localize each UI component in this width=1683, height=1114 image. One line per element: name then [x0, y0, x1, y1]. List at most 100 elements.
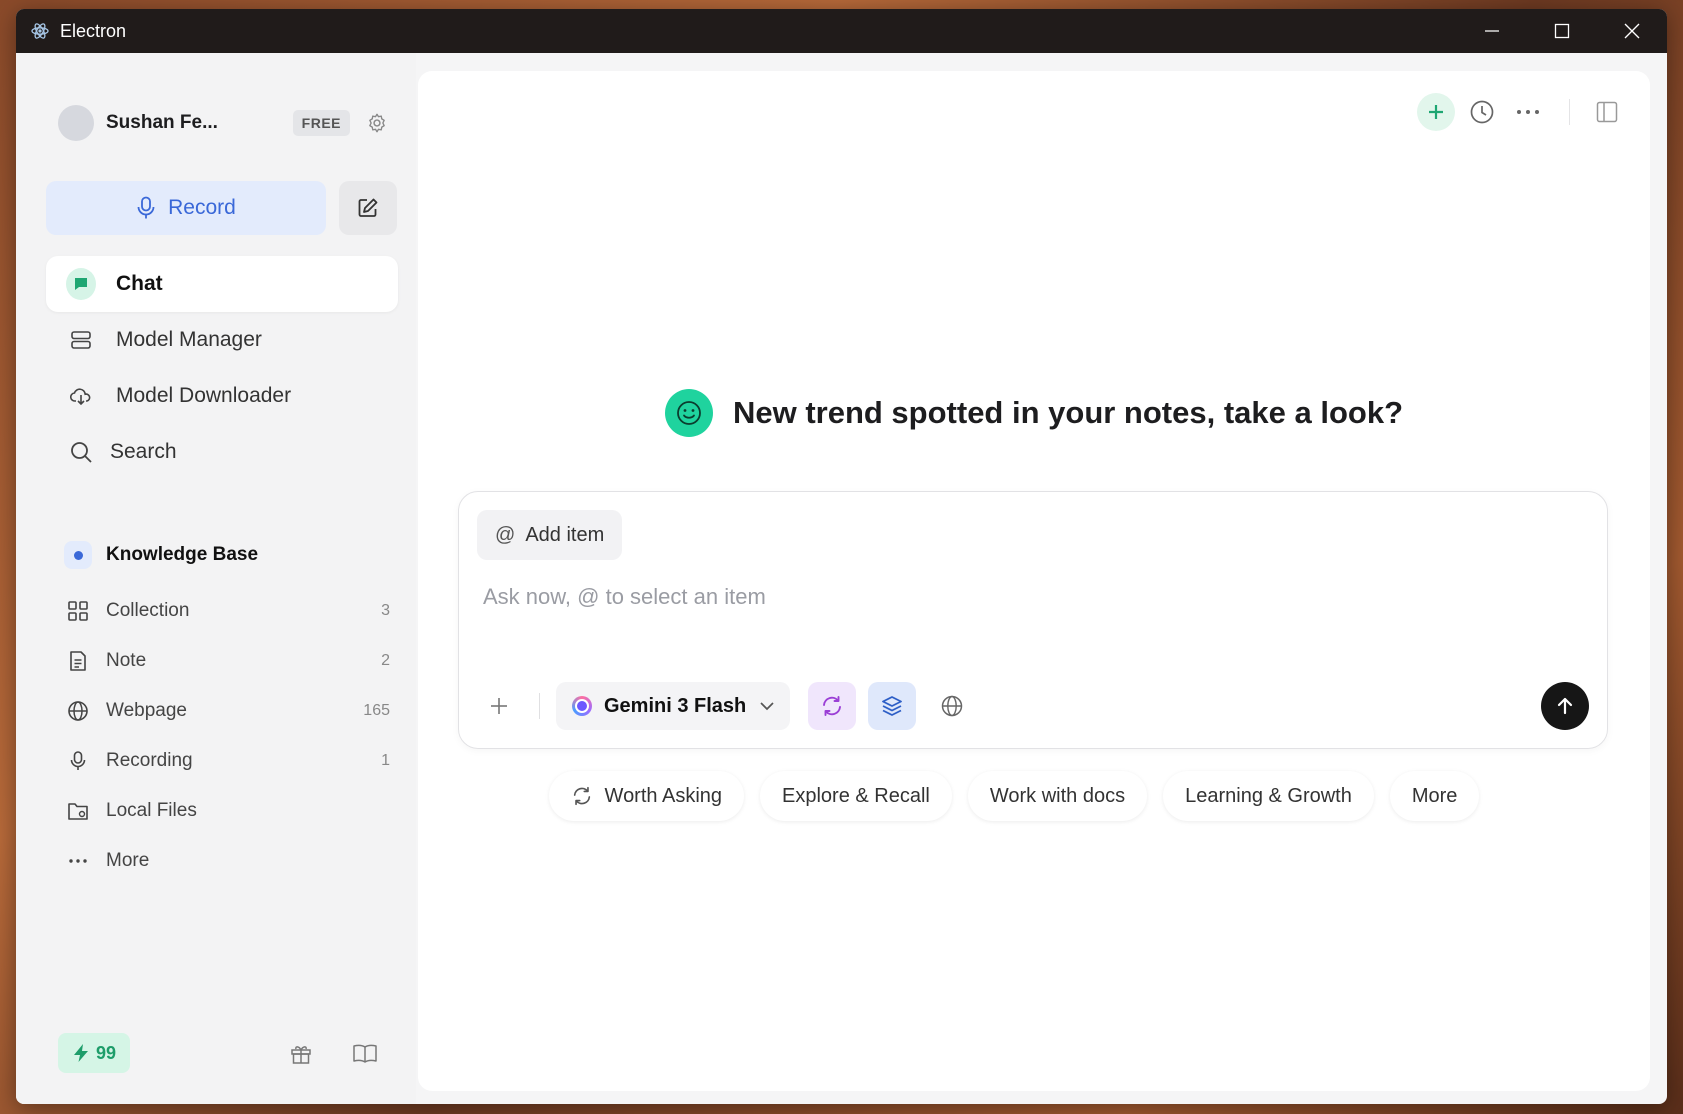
kb-label-note: Note	[106, 650, 147, 671]
clock-icon	[1470, 100, 1494, 124]
title-bar: Electron	[16, 9, 1667, 53]
close-window-button[interactable]	[1597, 9, 1667, 53]
ellipsis-icon	[1517, 110, 1539, 114]
web-search-toggle[interactable]	[928, 682, 976, 730]
chip-label: More	[1411, 784, 1458, 807]
chip-learning-growth[interactable]: Learning & Growth	[1163, 771, 1374, 821]
kb-count-collection: 3	[381, 602, 390, 619]
kb-label-webpage: Webpage	[106, 700, 187, 721]
credits-count: 99	[96, 1042, 117, 1063]
chat-icon	[66, 268, 96, 300]
book-icon	[353, 1044, 377, 1063]
plus-icon	[491, 698, 507, 714]
more-options-button[interactable]	[1509, 93, 1547, 131]
nav-label-chat: Chat	[116, 272, 163, 295]
knowledge-base-title: Knowledge Base	[106, 544, 259, 565]
avatar[interactable]	[58, 105, 94, 141]
minimize-icon	[1485, 30, 1499, 32]
gear-icon[interactable]	[366, 112, 388, 134]
chevron-down-icon	[760, 702, 774, 711]
kb-item-note[interactable]: Note 2	[64, 643, 398, 679]
kb-item-collection[interactable]: Collection 3	[64, 593, 398, 629]
kb-label-collection: Collection	[106, 600, 190, 621]
nav-item-search[interactable]: Search	[46, 424, 398, 480]
knowledge-base-header[interactable]: Knowledge Base	[64, 541, 258, 569]
refresh-icon	[573, 786, 590, 806]
maximize-button[interactable]	[1527, 9, 1597, 53]
send-button[interactable]	[1541, 682, 1589, 730]
chip-explore-recall[interactable]: Explore & Recall	[760, 771, 952, 821]
electron-logo-icon	[31, 23, 49, 39]
chip-label: Work with docs	[989, 784, 1126, 807]
edit-icon	[358, 198, 378, 217]
kb-item-more[interactable]: More	[64, 843, 398, 879]
new-chat-button[interactable]	[1417, 93, 1455, 131]
layers-icon	[882, 696, 903, 716]
model-name: Gemini 3 Flash	[604, 694, 747, 717]
globe-icon	[942, 695, 963, 717]
auto-refresh-toggle[interactable]	[808, 682, 857, 730]
headline: New trend spotted in your notes, take a …	[418, 389, 1650, 437]
nav-item-chat[interactable]: Chat	[46, 256, 398, 312]
toggle-panel-button[interactable]	[1588, 93, 1626, 131]
user-profile[interactable]: Sushan Fe... FREE	[58, 103, 388, 143]
attach-button[interactable]	[477, 684, 521, 728]
kb-item-webpage[interactable]: Webpage 165	[64, 693, 398, 729]
kb-item-local-files[interactable]: Local Files	[64, 793, 398, 829]
add-item-label: Add item	[525, 523, 605, 546]
prompt-input[interactable]	[483, 584, 1583, 610]
chip-label: Worth Asking	[604, 784, 723, 807]
chat-composer: @ Add item Gemini 3 Flash	[458, 491, 1608, 749]
suggestion-chips: Worth Asking Explore & Recall Work with …	[418, 771, 1650, 821]
app-window: Electron Sushan Fe... FREE Record Chat M…	[16, 9, 1667, 1104]
main-panel: New trend spotted in your notes, take a …	[418, 71, 1650, 1091]
kb-count-note: 2	[381, 652, 390, 669]
nav-item-model-downloader[interactable]: Model Downloader	[46, 368, 398, 424]
cloud-download-icon	[66, 381, 96, 411]
knowledge-base-icon	[64, 541, 92, 569]
top-actions	[1409, 93, 1626, 131]
headline-text: New trend spotted in your notes, take a …	[732, 395, 1404, 430]
divider	[539, 693, 540, 719]
microphone-icon	[64, 747, 92, 775]
server-icon	[66, 325, 96, 355]
gift-button[interactable]	[286, 1039, 316, 1069]
window-title: Electron	[60, 20, 127, 41]
ellipsis-icon	[64, 847, 92, 875]
model-selector[interactable]: Gemini 3 Flash	[556, 682, 791, 730]
kb-label-local-files: Local Files	[106, 800, 197, 821]
search-icon	[66, 437, 96, 467]
plan-badge[interactable]: FREE	[292, 110, 350, 136]
minimize-button[interactable]	[1457, 9, 1527, 53]
at-icon: @	[495, 523, 516, 546]
gemini-logo-icon	[572, 696, 592, 716]
history-button[interactable]	[1463, 93, 1501, 131]
chip-label: Learning & Growth	[1185, 784, 1352, 807]
nav-label-model-manager: Model Manager	[116, 328, 262, 351]
knowledge-base-toggle[interactable]	[868, 682, 917, 730]
document-icon	[64, 647, 92, 675]
nav-label-search: Search	[110, 440, 177, 463]
nav-item-model-manager[interactable]: Model Manager	[46, 312, 398, 368]
user-name[interactable]: Sushan Fe...	[106, 112, 293, 134]
record-label: Record	[168, 196, 236, 219]
kb-label-recording: Recording	[106, 750, 193, 771]
globe-icon	[64, 697, 92, 725]
divider	[1569, 99, 1570, 125]
guide-button[interactable]	[350, 1039, 380, 1069]
credits-badge[interactable]: 99	[58, 1033, 131, 1073]
kb-item-recording[interactable]: Recording 1	[64, 743, 398, 779]
kb-count-recording: 1	[381, 752, 390, 769]
lightning-icon	[74, 1044, 88, 1062]
chip-worth-asking[interactable]: Worth Asking	[548, 771, 745, 821]
record-button[interactable]: Record	[46, 181, 326, 235]
chip-more[interactable]: More	[1389, 771, 1480, 821]
arrow-up-icon	[1557, 697, 1573, 715]
add-item-button[interactable]: @ Add item	[477, 510, 623, 560]
new-note-button[interactable]	[339, 181, 397, 235]
chip-work-with-docs[interactable]: Work with docs	[967, 771, 1148, 821]
close-icon	[1624, 23, 1640, 39]
grid-icon	[64, 597, 92, 625]
folder-icon	[64, 797, 92, 825]
sidebar: Sushan Fe... FREE Record Chat Model Mana…	[16, 53, 416, 1104]
